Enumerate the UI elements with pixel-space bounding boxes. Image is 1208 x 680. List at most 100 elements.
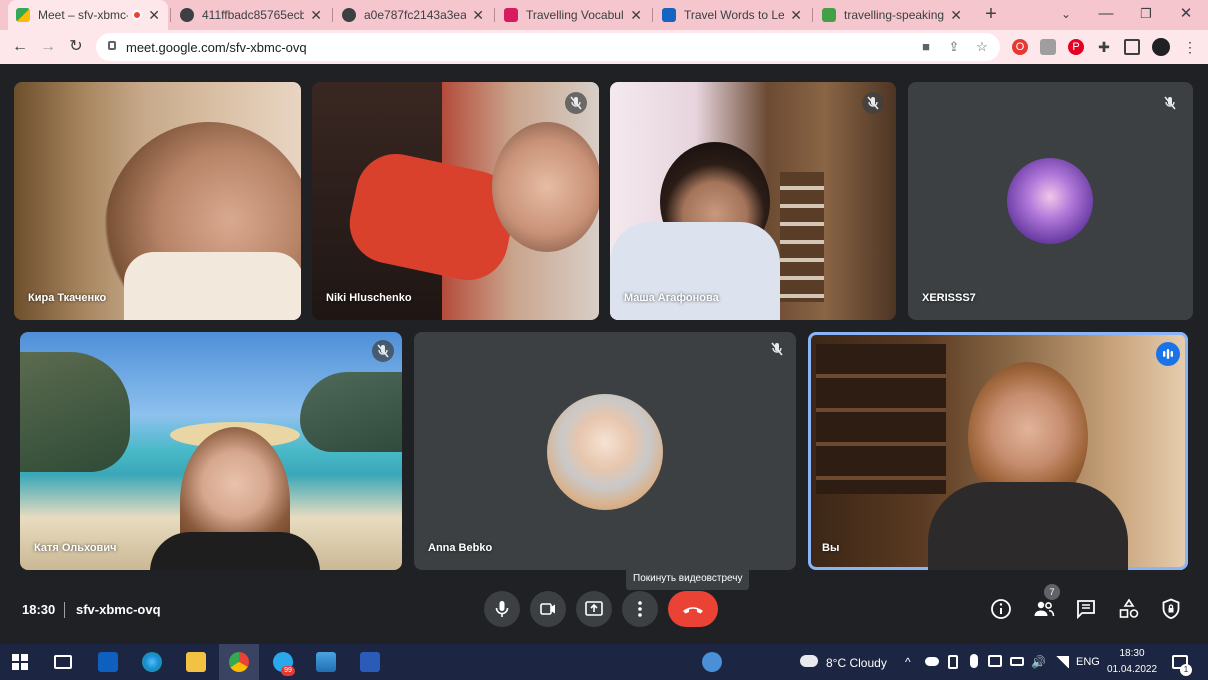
participant-tile[interactable]: Niki Hluschenko bbox=[312, 82, 599, 320]
muted-mic-icon bbox=[1159, 92, 1181, 114]
meeting-code: sfv-xbmc-ovq bbox=[76, 602, 161, 617]
extension-icon[interactable] bbox=[1040, 39, 1056, 55]
share-icon[interactable]: ⇪ bbox=[946, 39, 962, 55]
more-options-button[interactable] bbox=[622, 591, 658, 627]
close-tab-icon[interactable]: ✕ bbox=[148, 7, 160, 24]
activities-button[interactable] bbox=[1117, 597, 1141, 621]
omnibox[interactable]: meet.google.com/sfv-xbmc-ovq ■ ⇪ ☆ bbox=[96, 33, 1000, 61]
tab-2[interactable]: 411ffbadc85765ecb63 ✕ bbox=[172, 0, 330, 30]
taskbar-date[interactable]: 01.04.2022 bbox=[1100, 664, 1164, 675]
back-icon[interactable]: ← bbox=[8, 35, 32, 59]
volume-icon[interactable]: 🔊 bbox=[1031, 655, 1046, 669]
microphone-button[interactable] bbox=[484, 591, 520, 627]
participant-tile[interactable]: Кира Ткаченко bbox=[14, 82, 301, 320]
globe-icon bbox=[180, 8, 194, 22]
video-feed-bookshelf bbox=[780, 172, 824, 302]
chrome-icon[interactable] bbox=[229, 652, 249, 672]
camera-button[interactable] bbox=[530, 591, 566, 627]
english-site-favicon-icon bbox=[662, 8, 676, 22]
input-language[interactable]: ENG bbox=[1076, 656, 1100, 668]
puzzle-extensions-icon[interactable]: ✚ bbox=[1096, 39, 1112, 55]
close-tab-icon[interactable]: ✕ bbox=[630, 7, 642, 24]
video-feed-shirt bbox=[124, 252, 301, 320]
cloud-weather-icon bbox=[800, 655, 818, 667]
windows-start-icon[interactable] bbox=[12, 654, 28, 670]
muted-mic-icon bbox=[565, 92, 587, 114]
battery-icon[interactable] bbox=[1010, 657, 1024, 666]
opera-extension-icon[interactable]: O bbox=[1012, 39, 1028, 55]
participant-tile[interactable]: Маша Агафонова bbox=[610, 82, 896, 320]
info-icon bbox=[991, 599, 1011, 619]
restore-icon[interactable]: ❐ bbox=[1126, 0, 1166, 30]
help-icon[interactable] bbox=[702, 652, 722, 672]
hang-up-icon bbox=[683, 607, 703, 614]
chat-button[interactable] bbox=[1074, 597, 1098, 621]
present-screen-button[interactable] bbox=[576, 591, 612, 627]
chat-icon bbox=[1077, 600, 1095, 620]
outlook-icon[interactable] bbox=[98, 652, 118, 672]
self-view-tile[interactable]: Вы bbox=[808, 332, 1188, 570]
meeting-details-button[interactable] bbox=[989, 597, 1013, 621]
close-tab-icon[interactable]: ✕ bbox=[472, 7, 484, 24]
host-controls-button[interactable] bbox=[1159, 597, 1183, 621]
taskbar-time[interactable]: 18:30 bbox=[1104, 648, 1160, 659]
kebab-menu-icon[interactable]: ⋮ bbox=[1182, 39, 1198, 55]
onedrive-icon[interactable] bbox=[925, 657, 939, 666]
close-tab-icon[interactable]: ✕ bbox=[310, 7, 322, 24]
tab-separator bbox=[170, 8, 171, 22]
meet-favicon-icon bbox=[16, 8, 30, 22]
edge-browser-icon[interactable] bbox=[142, 652, 162, 672]
file-explorer-icon[interactable] bbox=[186, 652, 206, 672]
video-feed-shirt bbox=[610, 222, 780, 320]
display-icon[interactable] bbox=[988, 655, 1002, 667]
tab-title: 411ffbadc85765ecb63 bbox=[202, 8, 305, 22]
tab-3[interactable]: a0e787fc2143a3eaaec ✕ bbox=[334, 0, 492, 30]
participant-tile[interactable]: Anna Bebko bbox=[414, 332, 796, 570]
tab-5[interactable]: Travel Words to Learn ✕ bbox=[654, 0, 810, 30]
forward-icon[interactable]: → bbox=[36, 35, 60, 59]
tab-meet[interactable]: Meet – sfv-xbmc- ✕ bbox=[8, 0, 168, 30]
tab-separator bbox=[652, 8, 653, 22]
video-feed-shirt bbox=[150, 532, 320, 570]
tab-title: Meet – sfv-xbmc- bbox=[38, 8, 129, 22]
reload-icon[interactable]: ↻ bbox=[64, 35, 88, 59]
tab-separator bbox=[812, 8, 813, 22]
people-button[interactable] bbox=[1032, 597, 1056, 621]
meeting-clock: 18:30 bbox=[22, 602, 56, 617]
photos-icon[interactable] bbox=[316, 652, 336, 672]
microphone-tray-icon[interactable] bbox=[970, 654, 978, 668]
address-bar-row: ← → ↻ meet.google.com/sfv-xbmc-ovq ■ ⇪ ☆… bbox=[0, 30, 1208, 64]
weather-text[interactable]: 8°C Cloudy bbox=[826, 656, 887, 670]
bookmark-star-icon[interactable]: ☆ bbox=[974, 39, 990, 55]
tab-title: a0e787fc2143a3eaaec bbox=[364, 8, 467, 22]
recording-dot-icon bbox=[132, 10, 143, 20]
browser-tab-strip: Meet – sfv-xbmc- ✕ 411ffbadc85765ecb63 ✕… bbox=[0, 0, 1208, 30]
close-tab-icon[interactable]: ✕ bbox=[950, 7, 962, 24]
minimize-icon[interactable]: — bbox=[1086, 0, 1126, 30]
chevron-up-icon[interactable]: ^ bbox=[905, 655, 911, 669]
pinterest-icon[interactable]: P bbox=[1068, 39, 1084, 55]
participant-tile[interactable]: Катя Ольхович bbox=[20, 332, 402, 570]
camera-icon[interactable]: ■ bbox=[918, 39, 934, 55]
participant-name: Кира Ткаченко bbox=[28, 292, 107, 304]
wifi-icon[interactable] bbox=[1055, 656, 1069, 668]
leave-call-tooltip: Покинуть видеовстречу bbox=[626, 568, 750, 590]
people-icon bbox=[1034, 601, 1055, 617]
task-view-icon[interactable] bbox=[54, 655, 72, 669]
word-icon[interactable] bbox=[360, 652, 380, 672]
travel-vocab-favicon-icon bbox=[504, 8, 518, 22]
close-tab-icon[interactable]: ✕ bbox=[790, 7, 802, 24]
tab-search-icon[interactable]: ⌄ bbox=[1046, 0, 1086, 30]
device-icon[interactable] bbox=[948, 655, 958, 669]
tab-4[interactable]: Travelling Vocabulary ✕ bbox=[496, 0, 650, 30]
profile-avatar[interactable] bbox=[1152, 38, 1170, 56]
side-panel-icon[interactable] bbox=[1124, 39, 1140, 55]
close-window-icon[interactable]: ✕ bbox=[1166, 0, 1206, 30]
participant-tile[interactable]: XERISSS7 bbox=[908, 82, 1193, 320]
leave-call-button[interactable] bbox=[668, 591, 718, 627]
new-tab-button[interactable]: + bbox=[980, 4, 1002, 26]
video-feed-bookshelf bbox=[816, 344, 946, 494]
tab-6[interactable]: travelling-speaking-fu ✕ bbox=[814, 0, 970, 30]
windows-taskbar bbox=[0, 644, 1208, 680]
more-vert-icon bbox=[638, 601, 642, 617]
